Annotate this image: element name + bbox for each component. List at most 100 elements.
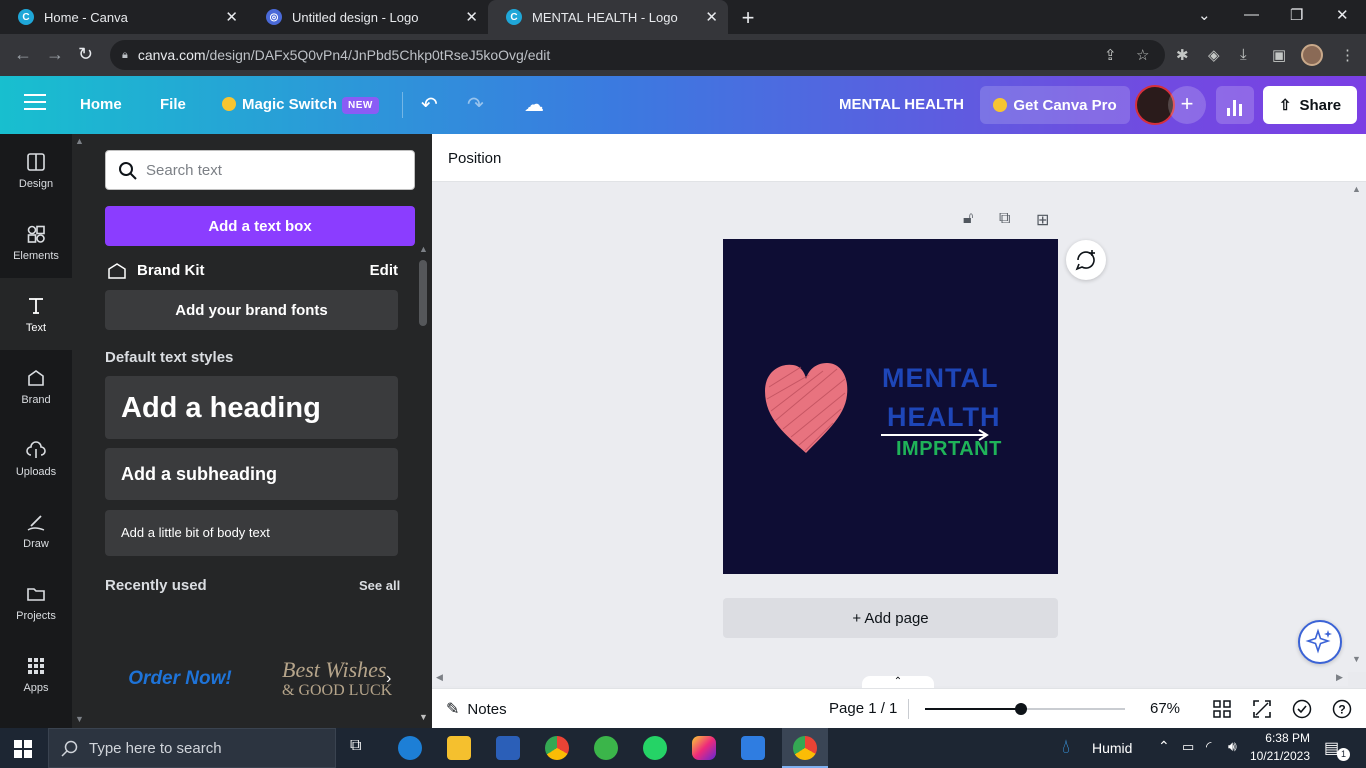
zoom-percentage[interactable]: 67%	[1150, 700, 1180, 717]
lock-page-icon[interactable]: 🔓︎	[963, 210, 973, 228]
back-icon[interactable]: ←	[14, 44, 32, 65]
word-icon[interactable]	[496, 736, 520, 760]
rail-brand[interactable]: Brand	[0, 350, 72, 422]
brand-kit-edit-button[interactable]: Edit	[370, 262, 398, 279]
rail-draw[interactable]: Draw	[0, 494, 72, 566]
scroll-up-icon[interactable]: ▲	[75, 136, 84, 146]
zoom-slider[interactable]	[925, 703, 1125, 715]
cloud-saved-icon[interactable]: ☁	[524, 92, 544, 117]
insights-button[interactable]	[1216, 86, 1254, 124]
store-icon[interactable]	[741, 736, 765, 760]
tray-chevron-icon[interactable]: ⌃	[1158, 738, 1170, 755]
whatsapp-icon[interactable]	[643, 736, 667, 760]
file-menu-button[interactable]: File	[160, 96, 186, 113]
extensions-icon[interactable]: ✱	[1176, 46, 1189, 64]
undo-icon[interactable]: ↶	[421, 92, 438, 117]
check-circle-icon[interactable]	[1292, 699, 1312, 719]
restore-icon[interactable]: ❐	[1290, 6, 1303, 24]
design-title[interactable]: MENTAL HEALTH	[839, 96, 964, 113]
recent-style-best-wishes[interactable]: Best Wishes & GOOD LUCK	[282, 658, 398, 704]
clock-date[interactable]: 10/21/2023	[1242, 749, 1310, 763]
panel-outer-scrollbar[interactable]: ▲ ▼	[72, 134, 88, 728]
rail-apps[interactable]: Apps	[0, 638, 72, 710]
browser-tab[interactable]: C Home - Canva ✕	[0, 0, 248, 34]
position-button[interactable]: Position	[448, 150, 501, 167]
forward-icon[interactable]: →	[46, 44, 64, 65]
scroll-left-icon[interactable]: ◀	[436, 672, 443, 683]
more-menu-icon[interactable]: ⋮	[1340, 46, 1355, 64]
page-indicator[interactable]: Page 1 / 1	[829, 700, 897, 717]
edge-icon[interactable]	[398, 736, 422, 760]
scroll-up-icon[interactable]: ▲	[419, 244, 428, 254]
design-text-mental[interactable]: MENTAL	[882, 363, 998, 394]
minimize-icon[interactable]: —	[1244, 6, 1259, 23]
add-brand-fonts-button[interactable]: Add your brand fonts	[105, 290, 398, 330]
scroll-thumb[interactable]	[419, 260, 427, 326]
browser-tab[interactable]: ◎ Untitled design - Logo ✕	[248, 0, 488, 34]
url-field[interactable]: 🔒︎ canva.com/design/DAFx5Q0vPn4/JnPbd5Ch…	[110, 40, 1165, 70]
share-page-icon[interactable]: ⇪	[1104, 46, 1117, 64]
help-icon[interactable]: ?	[1332, 699, 1352, 719]
downloads-icon[interactable]: ⤓	[1240, 46, 1247, 63]
zoom-slider-thumb[interactable]	[1015, 703, 1027, 715]
panel-scrollbar[interactable]: ▲ ▼	[416, 244, 432, 728]
heart-graphic[interactable]	[761, 357, 851, 457]
side-panel-icon[interactable]: ▣	[1272, 46, 1286, 64]
new-tab-icon[interactable]: +	[736, 5, 760, 31]
grid-view-icon[interactable]	[1212, 699, 1232, 719]
instagram-icon[interactable]	[692, 736, 716, 760]
canvas-vertical-scrollbar[interactable]: ▲ ▼	[1348, 182, 1366, 672]
design-text-imprtant[interactable]: IMPRTANT	[896, 438, 1002, 461]
rail-elements[interactable]: Elements	[0, 206, 72, 278]
rail-projects[interactable]: Projects	[0, 566, 72, 638]
close-tab-icon[interactable]: ✕	[225, 8, 238, 26]
add-comment-button[interactable]	[1066, 240, 1106, 280]
windows-start-icon[interactable]	[14, 740, 32, 758]
add-body-text-button[interactable]: Add a little bit of body text	[105, 510, 398, 556]
fullscreen-icon[interactable]	[1252, 699, 1272, 719]
tab-search-chevron-icon[interactable]: ⌄	[1198, 6, 1211, 24]
close-window-icon[interactable]: ✕	[1336, 6, 1349, 24]
battery-icon[interactable]: ▭	[1182, 739, 1194, 755]
scroll-down-icon[interactable]: ▼	[419, 712, 428, 722]
file-explorer-icon[interactable]	[447, 736, 471, 760]
scroll-up-icon[interactable]: ▲	[1352, 184, 1361, 194]
add-page-icon[interactable]: ⊞	[1036, 210, 1049, 230]
clock-time[interactable]: 6:38 PM	[1252, 731, 1310, 745]
extension-icon[interactable]: ◈	[1208, 46, 1220, 64]
rail-design[interactable]: Design	[0, 134, 72, 206]
magic-assistant-button[interactable]	[1298, 620, 1342, 664]
scroll-down-icon[interactable]: ▼	[1352, 654, 1361, 664]
redo-icon[interactable]: ↷	[467, 92, 484, 117]
taskbar-search-box[interactable]: Type here to search	[48, 728, 336, 768]
wifi-icon[interactable]: ◜	[1206, 738, 1211, 755]
chrome-icon[interactable]	[545, 736, 569, 760]
rail-text[interactable]: Text	[0, 278, 72, 350]
scroll-down-icon[interactable]: ▼	[75, 714, 84, 724]
hamburger-menu-icon[interactable]	[24, 94, 46, 115]
rail-uploads[interactable]: Uploads	[0, 422, 72, 494]
volume-icon[interactable]: 🔊︎	[1228, 738, 1237, 755]
carousel-next-icon[interactable]: ›	[386, 670, 391, 688]
reload-icon[interactable]: ↻	[78, 44, 93, 65]
add-heading-button[interactable]: Add a heading	[105, 376, 398, 439]
see-all-link[interactable]: See all	[359, 578, 400, 593]
close-tab-icon[interactable]: ✕	[465, 8, 478, 26]
recent-style-order-now[interactable]: Order Now!	[105, 668, 255, 694]
duplicate-page-icon[interactable]: ⧉	[999, 210, 1010, 228]
weather-drop-icon[interactable]: 💧︎	[1062, 736, 1070, 759]
chrome-icon[interactable]	[793, 736, 817, 760]
add-collaborator-button[interactable]: +	[1168, 86, 1206, 124]
notes-button[interactable]: ✎ Notes	[446, 699, 507, 719]
close-tab-icon[interactable]: ✕	[705, 8, 718, 26]
get-canva-pro-button[interactable]: Get Canva Pro	[980, 86, 1130, 124]
add-page-button[interactable]: + Add page	[723, 598, 1058, 638]
task-view-icon[interactable]: ⧉	[350, 737, 361, 755]
design-page[interactable]: MENTAL HEALTH IMPRTANT	[723, 239, 1058, 574]
scroll-right-icon[interactable]: ▶	[1336, 672, 1343, 683]
share-button[interactable]: ⇧ Share	[1263, 86, 1357, 124]
home-button[interactable]: Home	[80, 96, 122, 113]
telegram-icon[interactable]	[594, 736, 618, 760]
add-subheading-button[interactable]: Add a subheading	[105, 448, 398, 500]
search-text-input[interactable]: Search text	[105, 150, 415, 190]
